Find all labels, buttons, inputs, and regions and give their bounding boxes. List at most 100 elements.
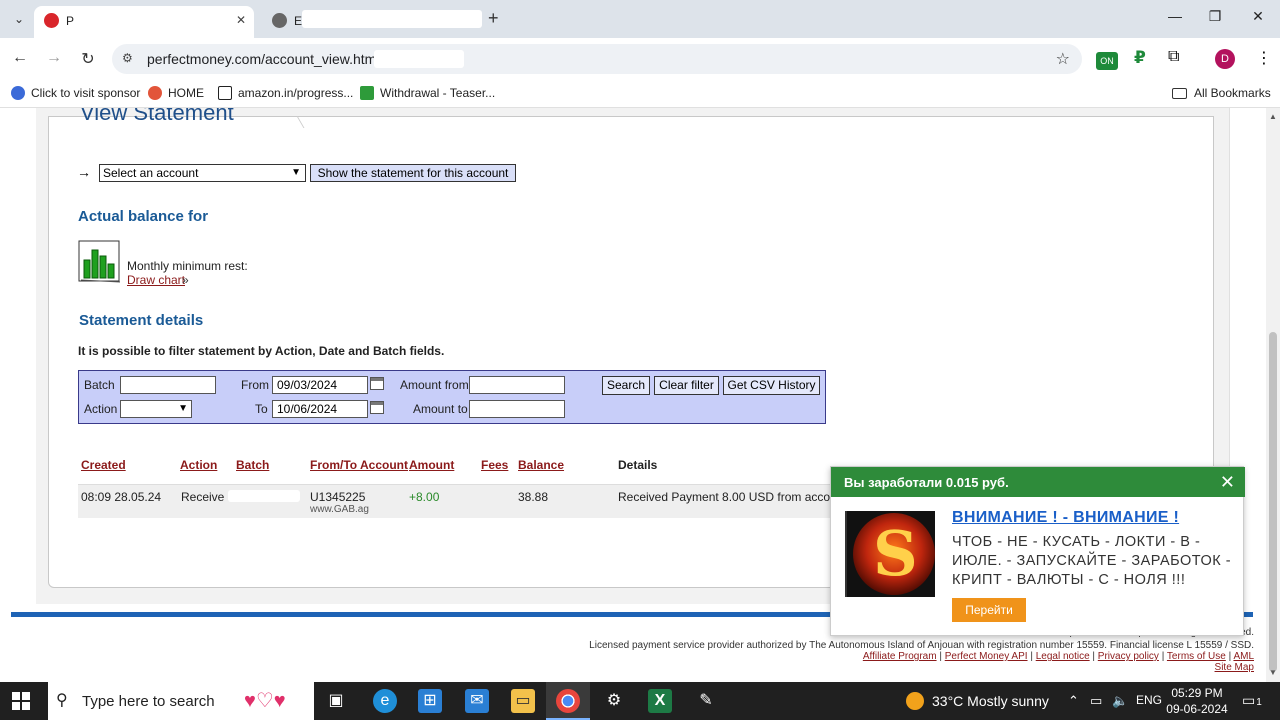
col-balance[interactable]: Balance [518, 458, 564, 472]
store-icon[interactable]: ⊞ [418, 689, 442, 713]
bookmark-home[interactable]: HOME [148, 86, 204, 100]
weather-widget[interactable]: 33°C Mostly sunny [906, 692, 1049, 710]
to-date-input[interactable]: 10/06/2024 [272, 400, 368, 418]
redaction [302, 10, 482, 28]
amount-from-label: Amount from [400, 378, 469, 392]
scroll-up-icon[interactable]: ▲ [1269, 112, 1277, 121]
cell-action: Receive [181, 490, 225, 504]
bookmark-withdrawal[interactable]: Withdrawal - Teaser... [360, 86, 495, 100]
minimize-button[interactable]: — [1160, 8, 1190, 24]
file-explorer-icon[interactable]: ▭ [511, 689, 535, 713]
menu-kebab-icon[interactable]: ⋮ [1256, 48, 1272, 68]
url-text[interactable]: perfectmoney.com/account_view.html? [147, 51, 387, 67]
excel-icon[interactable]: X [648, 689, 672, 713]
ruble-extension-icon[interactable]: ₽ [1134, 48, 1146, 68]
chevron-down-icon: ▼ [291, 167, 301, 178]
cell-account: U1345225 [310, 490, 366, 504]
account-select[interactable]: Select an account ▼ [99, 164, 306, 182]
popup-image[interactable]: S [845, 511, 935, 597]
language-indicator[interactable]: ENG [1136, 693, 1162, 707]
reload-button[interactable]: ↻ [78, 49, 98, 69]
tab-inactive[interactable]: E [262, 6, 484, 38]
cell-created: 08:09 28.05.24 [81, 490, 162, 504]
col-created[interactable]: Created [81, 458, 126, 472]
app-icon[interactable]: ✎ [694, 689, 718, 713]
terms-link[interactable]: Terms of Use [1167, 651, 1226, 662]
aml-link[interactable]: AML [1233, 651, 1254, 662]
search-icon: ⚲ [56, 692, 68, 709]
profile-avatar[interactable]: D [1215, 49, 1235, 69]
batch-label: Batch [84, 378, 115, 392]
api-link[interactable]: Perfect Money API [945, 651, 1028, 662]
amount-to-input[interactable] [469, 400, 565, 418]
cell-details: Received Payment 8.00 USD from account [618, 490, 847, 504]
from-date-input[interactable]: 09/03/2024 [272, 376, 368, 394]
maximize-button[interactable]: ❐ [1200, 8, 1230, 25]
calendar-icon[interactable] [370, 377, 384, 390]
cell-balance: 38.88 [518, 490, 549, 504]
sitemap-link[interactable]: Site Map [1215, 662, 1254, 673]
affiliate-link[interactable]: Affiliate Program [863, 651, 937, 662]
new-tab-button[interactable]: + [488, 8, 499, 29]
volume-icon[interactable]: 🔈 [1112, 693, 1128, 709]
close-icon[interactable]: ✕ [1220, 472, 1235, 493]
col-account[interactable]: From/To Account [310, 458, 408, 472]
settings-gear-icon[interactable]: ⚙ [602, 689, 626, 713]
scroll-down-icon[interactable]: ▼ [1269, 668, 1277, 677]
bookmark-sponsor[interactable]: Click to visit sponsor [11, 86, 140, 100]
privacy-link[interactable]: Privacy policy [1098, 651, 1159, 662]
search-button[interactable]: Search [602, 376, 650, 395]
browser-toolbar: ← → ↻ ⚙ perfectmoney.com/account_view.ht… [0, 38, 1280, 80]
monthly-min-label: Monthly minimum rest: [127, 259, 248, 273]
popup-body: ЧТОБ - НЕ - КУСАТЬ - ЛОКТИ - В - ИЮЛЕ. -… [952, 534, 1232, 588]
col-fees[interactable]: Fees [481, 458, 508, 472]
taskbar: ⚲ Type here to search ♥♡♥ ▣ e ⊞ ✉ ▭ ⚙ X … [0, 682, 1280, 720]
clear-filter-button[interactable]: Clear filter [654, 376, 719, 395]
chrome-icon[interactable] [556, 689, 580, 713]
windows-start-icon[interactable] [12, 692, 30, 710]
page-title: View Statement [80, 108, 234, 125]
amount-from-input[interactable] [469, 376, 565, 394]
back-button[interactable]: ← [10, 49, 30, 67]
action-select[interactable]: ▼ [120, 400, 192, 418]
forward-button[interactable]: → [44, 49, 64, 67]
close-icon[interactable]: ✕ [236, 13, 246, 27]
extensions-puzzle-icon[interactable]: ⧉ [1168, 48, 1179, 66]
tab-active[interactable]: P ✕ [34, 6, 254, 38]
all-bookmarks[interactable]: All Bookmarks [1172, 86, 1271, 100]
edge-icon[interactable]: e [373, 689, 397, 713]
scroll-thumb[interactable] [1269, 332, 1277, 672]
bookmark-amazon[interactable]: amazon.in/progress... [218, 86, 353, 100]
close-window-button[interactable]: ✕ [1243, 8, 1273, 25]
col-details: Details [618, 458, 658, 472]
legal-link[interactable]: Legal notice [1036, 651, 1090, 662]
address-bar[interactable]: ⚙ perfectmoney.com/account_view.html? ☆ [112, 44, 1082, 74]
hearts-stethoscope-icon: ♥♡♥ [244, 690, 286, 712]
col-amount[interactable]: Amount [409, 458, 454, 472]
network-icon[interactable]: ▭ [1090, 693, 1102, 709]
footer-sitemap: Site Map [1215, 662, 1254, 673]
extension-on-icon[interactable]: ON [1096, 52, 1118, 70]
csv-history-button[interactable]: Get CSV History [723, 376, 820, 395]
amazon-icon [218, 86, 232, 100]
amount-to-label: Amount to [413, 402, 468, 416]
taskbar-search[interactable]: ⚲ Type here to search ♥♡♥ [48, 682, 314, 720]
col-batch[interactable]: Batch [236, 458, 269, 472]
chevron-up-icon[interactable]: ⌃ [1068, 693, 1079, 709]
calendar-icon[interactable] [370, 401, 384, 414]
search-placeholder: Type here to search [82, 693, 215, 710]
tab-search-button[interactable]: ⌄ [8, 8, 30, 30]
popup-go-button[interactable]: Перейти [952, 598, 1026, 622]
bookmark-star-icon[interactable]: ☆ [1056, 49, 1070, 69]
col-action[interactable]: Action [180, 458, 217, 472]
page-scrollbar[interactable]: ▲ ▼ [1266, 108, 1280, 682]
notification-icon[interactable]: ▭1 [1242, 692, 1262, 709]
mail-icon[interactable]: ✉ [465, 689, 489, 713]
batch-input[interactable] [120, 376, 216, 394]
site-info-icon[interactable]: ⚙ [122, 51, 133, 65]
draw-chart-link[interactable]: Draw chart [127, 273, 185, 287]
popup-headline[interactable]: ВНИМАНИЕ ! - ВНИМАНИЕ ! [952, 509, 1179, 527]
task-view-icon[interactable]: ▣ [324, 689, 348, 713]
show-statement-button[interactable]: Show the statement for this account [310, 164, 516, 182]
clock[interactable]: 05:29 PM 09-06-2024 [1164, 685, 1230, 717]
